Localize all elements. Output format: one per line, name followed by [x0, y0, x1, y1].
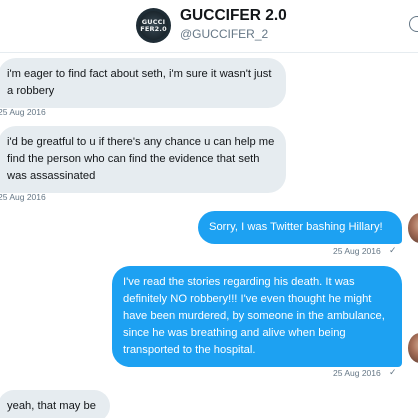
avatar-logo-text-line2: FER2.0 — [140, 25, 167, 33]
display-name[interactable]: GUCCIFER 2.0 — [180, 7, 287, 25]
message-timestamp: 25 Aug 2016 — [0, 192, 46, 202]
screen-name[interactable]: @GUCCIFER_2 — [180, 27, 268, 41]
message-bubble-incoming[interactable]: yeah, that may be — [0, 390, 110, 418]
message-text: Sorry, I was Twitter bashing Hillary! — [209, 221, 383, 233]
message-bubble-outgoing[interactable]: I've read the stories regarding his deat… — [112, 266, 402, 367]
info-icon[interactable] — [409, 16, 418, 32]
checkmark-icon: ✓ — [389, 367, 397, 377]
checkmark-icon: ✓ — [389, 245, 397, 255]
message-text: I've read the stories regarding his deat… — [123, 276, 385, 356]
message-timestamp: 25 Aug 2016 — [333, 368, 381, 378]
message-bubble-incoming[interactable]: i'm eager to find fact about seth, i'm s… — [0, 58, 286, 108]
conversation-header: GUCCI FER2.0 GUCCIFER 2.0 @GUCCIFER_2 — [0, 0, 418, 53]
message-timestamp: 25 Aug 2016 — [333, 246, 381, 256]
message-text: i'm eager to find fact about seth, i'm s… — [7, 68, 272, 97]
message-text: yeah, that may be — [7, 400, 96, 412]
message-bubble-incoming[interactable]: i'd be greatful to u if there's any chan… — [0, 126, 286, 193]
dm-conversation-window: GUCCI FER2.0 GUCCIFER 2.0 @GUCCIFER_2 i'… — [0, 0, 418, 418]
message-timestamp: 25 Aug 2016 — [0, 107, 46, 117]
avatar[interactable]: GUCCI FER2.0 — [136, 8, 171, 43]
user-avatar[interactable] — [408, 213, 418, 243]
user-avatar[interactable] — [408, 333, 418, 363]
message-bubble-outgoing[interactable]: Sorry, I was Twitter bashing Hillary! — [198, 211, 402, 244]
message-text: i'd be greatful to u if there's any chan… — [7, 136, 275, 182]
